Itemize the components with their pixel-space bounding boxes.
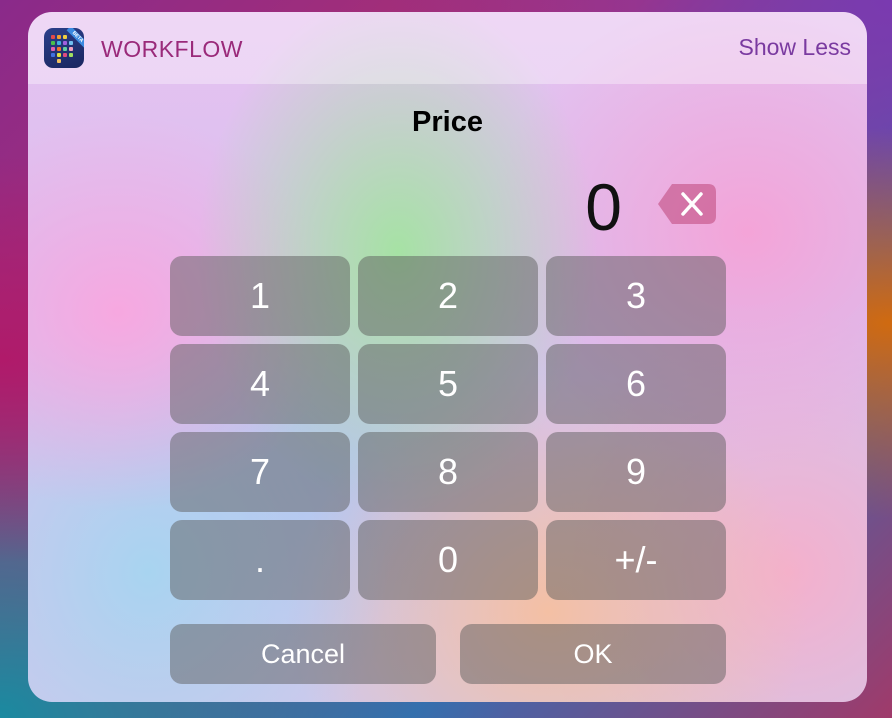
beta-badge: BETA — [66, 28, 84, 49]
key-1[interactable]: 1 — [170, 256, 350, 336]
workflow-app-icon: BETA — [44, 28, 84, 68]
backspace-icon — [658, 184, 716, 224]
workflow-widget: BETA WORKFLOW Show Less Price 0 1 2 3 4 … — [28, 12, 867, 702]
key-decimal[interactable]: . — [170, 520, 350, 600]
dialog-title: Price — [412, 106, 483, 138]
key-0[interactable]: 0 — [358, 520, 538, 600]
key-4[interactable]: 4 — [170, 344, 350, 424]
key-sign-toggle[interactable]: +/- — [546, 520, 726, 600]
key-7[interactable]: 7 — [170, 432, 350, 512]
widget-header: BETA WORKFLOW Show Less — [28, 12, 867, 84]
key-5[interactable]: 5 — [358, 344, 538, 424]
key-9[interactable]: 9 — [546, 432, 726, 512]
ok-button[interactable]: OK — [460, 624, 726, 684]
key-6[interactable]: 6 — [546, 344, 726, 424]
key-2[interactable]: 2 — [358, 256, 538, 336]
cancel-button[interactable]: Cancel — [170, 624, 436, 684]
app-name: WORKFLOW — [101, 36, 243, 62]
show-less-button[interactable]: Show Less — [738, 34, 851, 61]
key-8[interactable]: 8 — [358, 432, 538, 512]
backspace-button[interactable] — [658, 184, 716, 224]
key-3[interactable]: 3 — [546, 256, 726, 336]
number-display: 0 — [585, 170, 622, 244]
